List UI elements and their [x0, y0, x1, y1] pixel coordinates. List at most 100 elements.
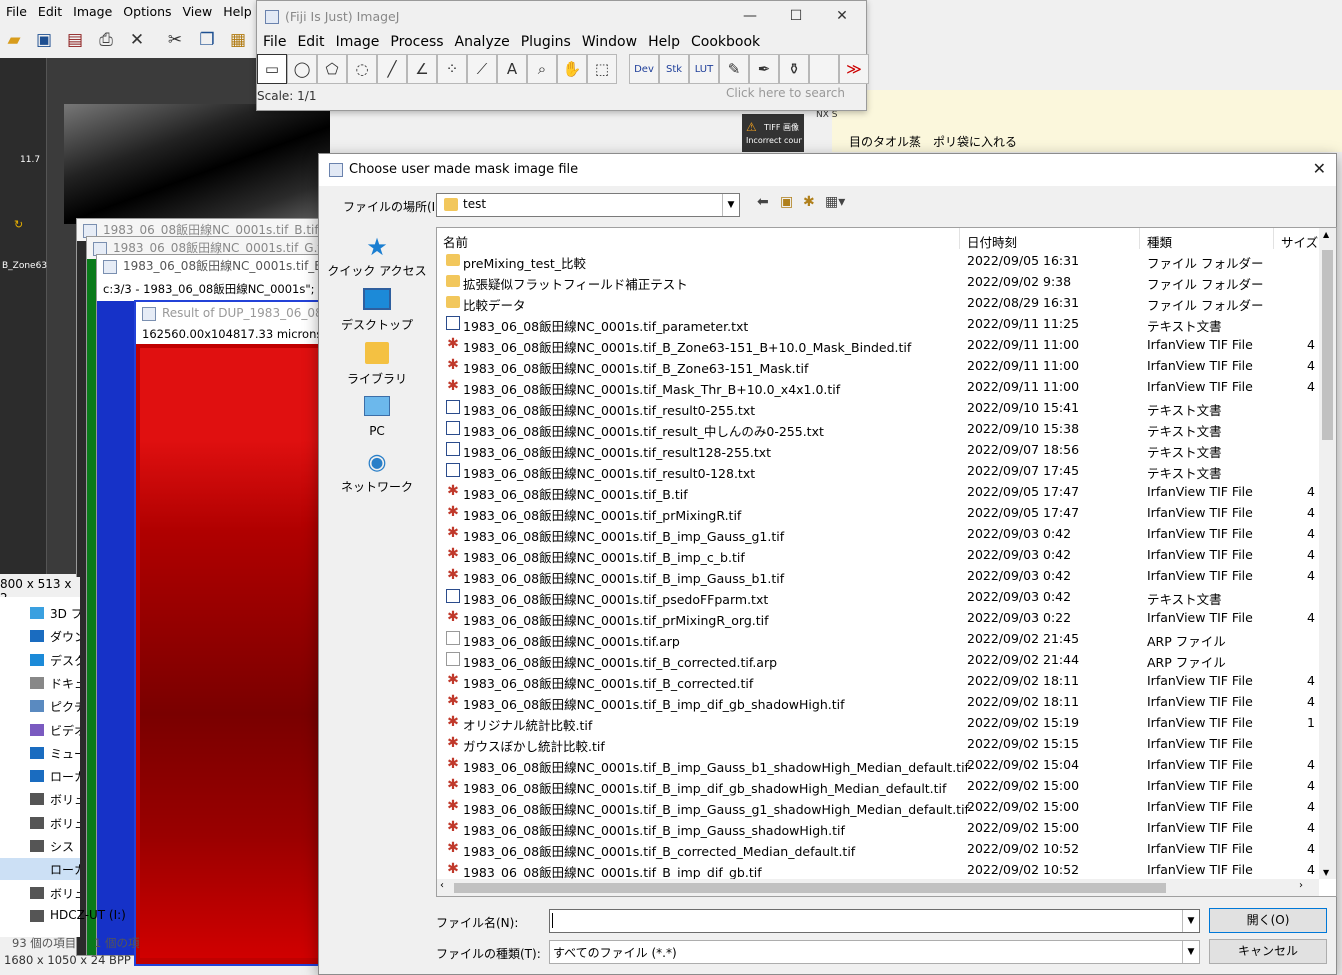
imagej-menu-window[interactable]: Window	[576, 32, 642, 50]
imagej-search-field[interactable]: Click here to search	[726, 86, 866, 106]
vertical-scroll-thumb[interactable]	[1322, 250, 1333, 440]
line-icon[interactable]: ╱	[377, 54, 407, 84]
point-icon[interactable]: ⁘	[437, 54, 467, 84]
scroll-right-icon[interactable]: ›	[1299, 880, 1303, 891]
file-row[interactable]: ✱ 1983_06_08飯田線NC_0001s.tif_B_imp_Gauss_g…	[437, 523, 1317, 544]
explorer-item[interactable]: ローカ	[50, 768, 80, 785]
column-size[interactable]: サイズ	[1281, 232, 1318, 251]
angle-icon[interactable]: ∠	[407, 54, 437, 84]
filename-input[interactable]: ▼	[549, 909, 1200, 933]
file-row[interactable]: ✱ 1983_06_08飯田線NC_0001s.tif_Mask_Thr_B+10…	[437, 376, 1317, 397]
close-button[interactable]: ✕	[819, 1, 865, 32]
filetype-select[interactable]: すべてのファイル (*.*) ▼	[549, 940, 1200, 964]
file-row[interactable]: ✱ 1983_06_08飯田線NC_0001s.tif_B_imp_Gauss_b…	[437, 565, 1317, 586]
file-row[interactable]: ✱ 1983_06_08飯田線NC_0001s.tif_B_corrected.t…	[437, 670, 1317, 691]
rectangle-icon[interactable]: ▭	[257, 54, 287, 84]
file-row[interactable]: 1983_06_08飯田線NC_0001s.tif_parameter.txt 2…	[437, 313, 1317, 334]
bg-menu-help[interactable]: Help	[217, 0, 257, 19]
explorer-item[interactable]: ボリュ	[50, 815, 80, 832]
explorer-item[interactable]: ローカ	[50, 861, 80, 878]
bg-menu-image[interactable]: Image	[67, 0, 117, 19]
horizontal-scroll-thumb[interactable]	[454, 883, 1166, 893]
file-row[interactable]: ✱ 1983_06_08飯田線NC_0001s.tif_B_imp_Gauss_s…	[437, 817, 1317, 838]
file-row[interactable]: ✱ 1983_06_08飯田線NC_0001s.tif_B_imp_dif_gb_…	[437, 775, 1317, 796]
column-date[interactable]: 日付時刻	[967, 232, 1017, 251]
explorer-item[interactable]: 3D フ	[50, 605, 80, 622]
file-row[interactable]: 1983_06_08飯田線NC_0001s.tif_B_corrected.ti…	[437, 649, 1317, 670]
explorer-item[interactable]: ダウン	[50, 628, 80, 645]
chevron-down-icon[interactable]: ▼	[722, 194, 739, 216]
slideshow-icon[interactable]: ▣	[32, 28, 56, 52]
hand-icon[interactable]: ✋	[557, 54, 587, 84]
scroll-left-icon[interactable]: ‹	[440, 880, 444, 891]
file-row[interactable]: ✱ オリジナル統計比較.tif 2022/09/02 15:19 IrfanView …	[437, 712, 1317, 733]
imagej-menu-cookbook[interactable]: Cookbook	[685, 32, 765, 50]
tool-dev[interactable]: Dev	[629, 54, 659, 84]
brush-icon[interactable]: ✒	[749, 54, 779, 84]
freehand-icon[interactable]: ◌	[347, 54, 377, 84]
file-row[interactable]: ✱ 1983_06_08飯田線NC_0001s.tif_B_imp_dif_gb_…	[437, 691, 1317, 712]
explorer-item[interactable]: ドキュ	[50, 675, 80, 692]
tool-stk[interactable]: Stk	[659, 54, 689, 84]
file-row[interactable]: 1983_06_08飯田線NC_0001s.tif.arp 2022/09/02 …	[437, 628, 1317, 649]
file-row[interactable]: 1983_06_08飯田線NC_0001s.tif_result128-255.…	[437, 439, 1317, 460]
file-row[interactable]: 比較データ 2022/08/29 16:31 ファイル フォルダー	[437, 292, 1317, 313]
bg-menu-options[interactable]: Options	[117, 0, 176, 19]
cancel-button[interactable]: キャンセル	[1209, 939, 1327, 964]
file-row[interactable]: ✱ 1983_06_08飯田線NC_0001s.tif_B_imp_c_b.tif…	[437, 544, 1317, 565]
file-row[interactable]: ✱ 1983_06_08飯田線NC_0001s.tif_prMixingR_org…	[437, 607, 1317, 628]
imagej-menu-plugins[interactable]: Plugins	[515, 32, 576, 50]
explorer-item[interactable]: シス	[50, 838, 80, 855]
flood-fill-icon[interactable]: ⚱	[779, 54, 809, 84]
file-row[interactable]: 拡張疑似フラットフィールド補正テスト 2022/09/02 9:38 ファイル フォ…	[437, 271, 1317, 292]
cut-icon[interactable]: ✂	[163, 28, 187, 52]
rotate-icon[interactable]: ↻	[14, 218, 23, 231]
file-row[interactable]: ✱ 1983_06_08飯田線NC_0001s.tif_B_corrected_M…	[437, 838, 1317, 859]
place-pc[interactable]: PC	[327, 396, 427, 438]
imagej-menu-process[interactable]: Process	[384, 32, 448, 50]
column-name[interactable]: 名前	[443, 232, 468, 251]
file-row[interactable]: ✱ ガウスぼかし統計比較.tif 2022/09/02 15:15 IrfanView…	[437, 733, 1317, 754]
imagej-menu-analyze[interactable]: Analyze	[449, 32, 515, 50]
copy-icon[interactable]: ❐	[195, 28, 219, 52]
file-row[interactable]: ✱ 1983_06_08飯田線NC_0001s.tif_B_Zone63-151_…	[437, 334, 1317, 355]
explorer-item[interactable]: ビデオ	[50, 722, 80, 739]
file-row[interactable]: preMixing_test_比較 2022/09/05 16:31 ファイル フォ…	[437, 250, 1317, 271]
scroll-down-icon[interactable]: ▼	[1323, 868, 1329, 877]
open-folder-icon[interactable]: ▰	[2, 28, 26, 52]
chevron-down-icon[interactable]: ▼	[1182, 910, 1199, 932]
file-row[interactable]: ✱ 1983_06_08飯田線NC_0001s.tif_prMixingR.tif…	[437, 502, 1317, 523]
place-library[interactable]: ライブラリ	[327, 342, 427, 387]
oval-icon[interactable]: ◯	[287, 54, 317, 84]
file-row[interactable]: ✱ 1983_06_08飯田線NC_0001s.tif_B_imp_Gauss_g…	[437, 796, 1317, 817]
tool-lut[interactable]: LUT	[689, 54, 719, 84]
horizontal-scrollbar[interactable]: ‹ ›	[437, 879, 1319, 896]
explorer-item[interactable]: ピクチ	[50, 698, 80, 715]
explorer-item[interactable]: HDCZ-UT (I:)	[50, 908, 140, 922]
color-picker-icon[interactable]: ⬚	[587, 54, 617, 84]
bg-menu-edit[interactable]: Edit	[32, 0, 67, 19]
place-network[interactable]: ◉ ネットワーク	[327, 450, 427, 495]
bg-menu-view[interactable]: View	[177, 0, 218, 19]
explorer-item[interactable]: デスク	[50, 652, 80, 669]
pencil-icon[interactable]: ✎	[719, 54, 749, 84]
save-icon[interactable]: ▤	[63, 28, 87, 52]
explorer-item[interactable]: ボリュ	[50, 791, 80, 808]
file-row[interactable]: 1983_06_08飯田線NC_0001s.tif_psedoFFparm.tx…	[437, 586, 1317, 607]
file-row[interactable]: ✱ 1983_06_08飯田線NC_0001s.tif_B_Zone63-151_…	[437, 355, 1317, 376]
print-icon[interactable]: ⎙	[94, 28, 118, 52]
zoom-icon[interactable]: ⌕	[527, 54, 557, 84]
imagej-menu-image[interactable]: Image	[330, 32, 385, 50]
blank-tool[interactable]	[809, 54, 839, 84]
minimize-button[interactable]: —	[727, 1, 773, 32]
file-list[interactable]: 名前 ˅ 日付時刻 種類 サイズ preMixing_test_比較 2022/0…	[436, 227, 1337, 897]
file-row[interactable]: ✱ 1983_06_08飯田線NC_0001s.tif_B.tif 2022/09/…	[437, 481, 1317, 502]
explorer-item[interactable]: ボリュ	[50, 885, 80, 902]
maximize-button[interactable]: ☐	[773, 1, 819, 32]
bg-menu-file[interactable]: File	[0, 0, 32, 19]
imagej-menu-file[interactable]: File	[257, 32, 291, 50]
text-icon[interactable]: A	[497, 54, 527, 84]
wand-icon[interactable]: ⟋	[467, 54, 497, 84]
delete-icon[interactable]: ✕	[125, 28, 149, 52]
place-desktop[interactable]: デスクトップ	[327, 288, 427, 333]
